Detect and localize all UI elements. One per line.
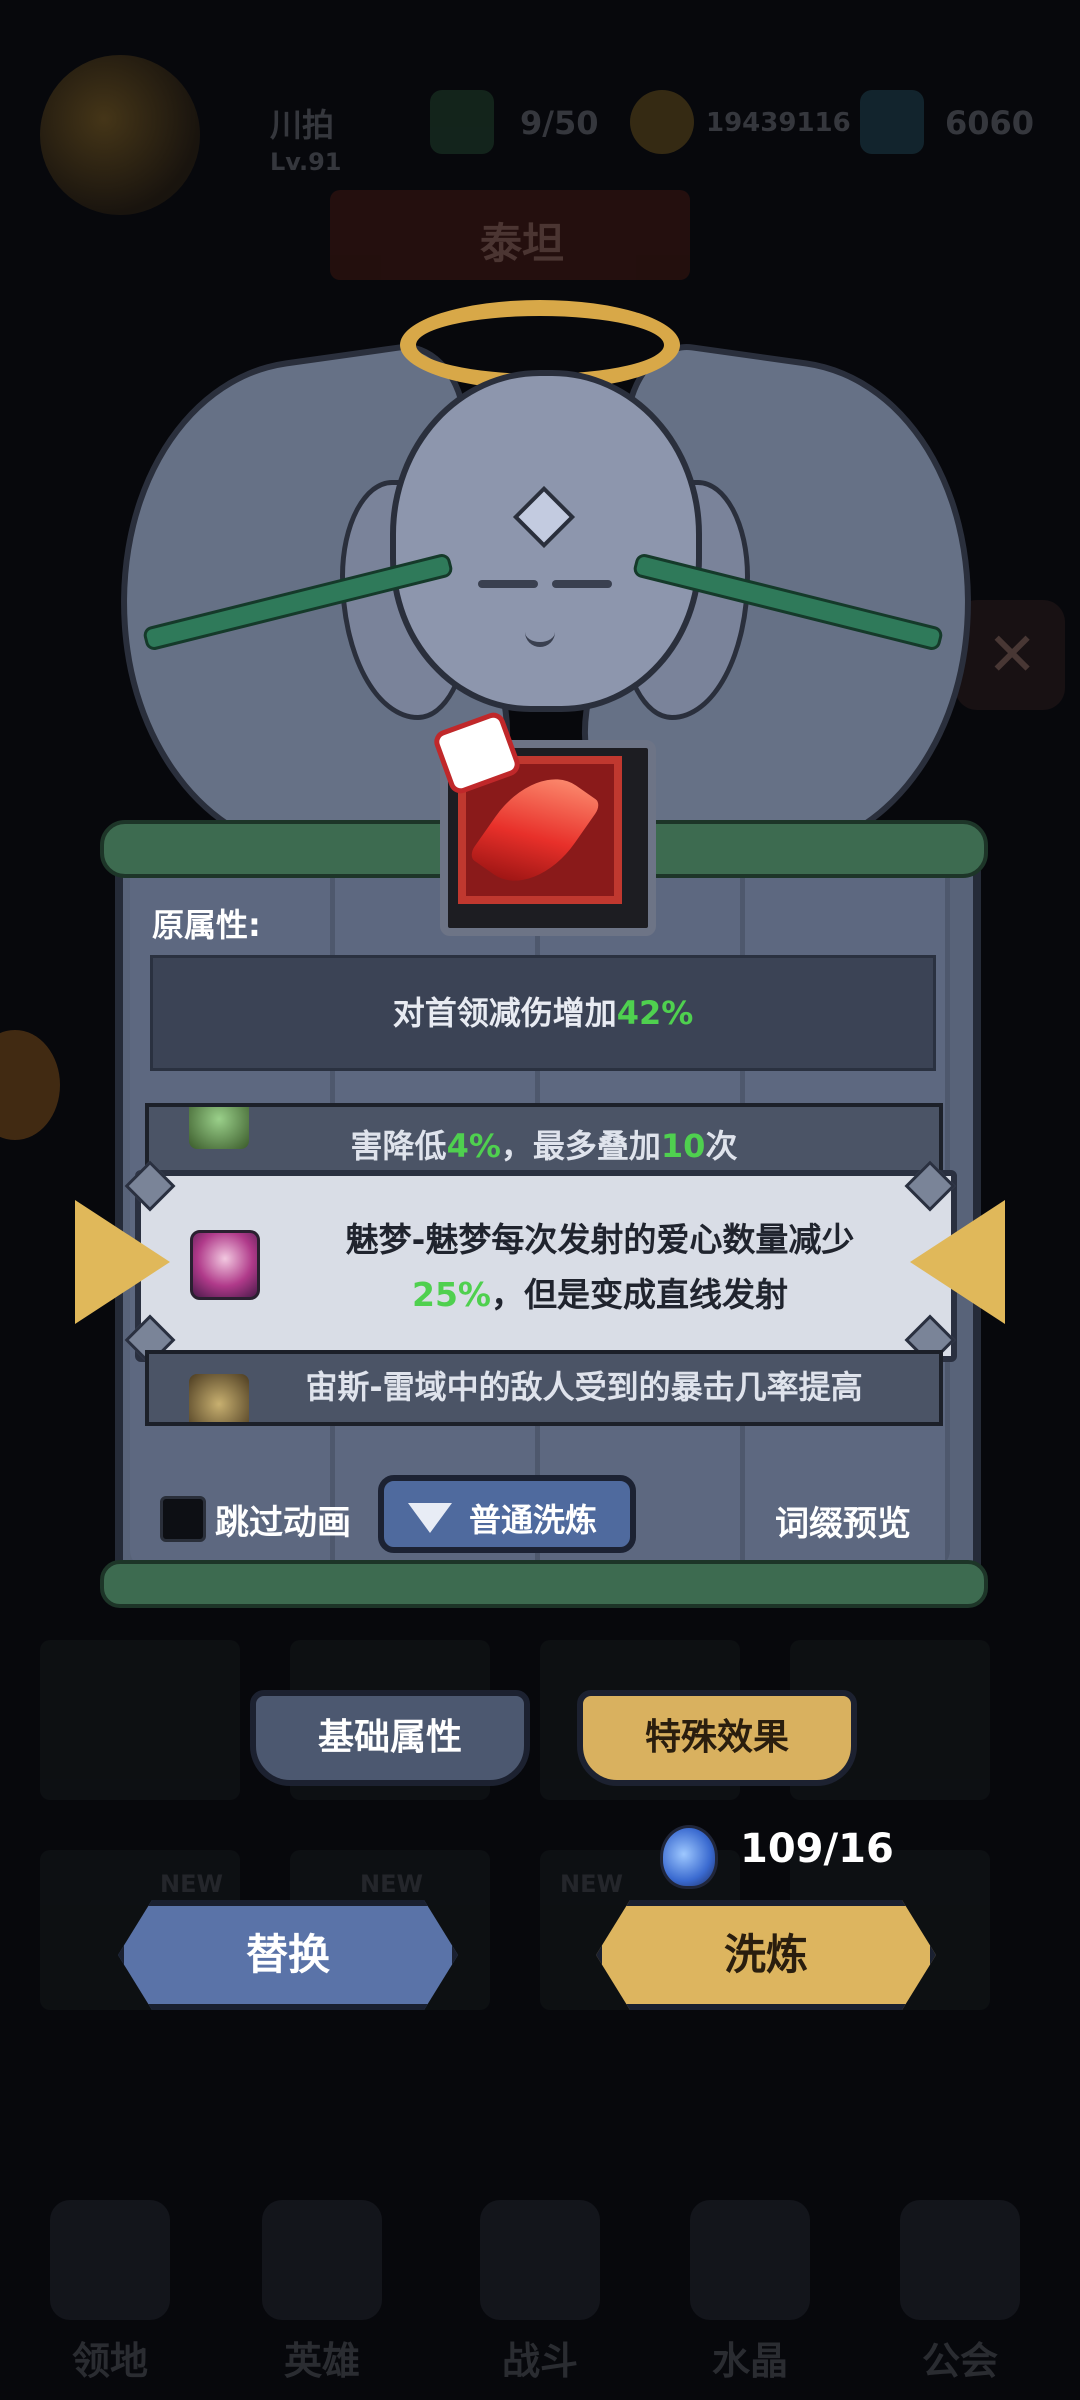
territory-icon — [50, 2200, 170, 2320]
banner-text: 泰坦 — [480, 219, 565, 268]
new-tag: NEW — [360, 1870, 423, 1898]
stamina-icon — [430, 90, 494, 154]
selected-affix-line2: 25%，但是变成直线发射 — [412, 1275, 788, 1314]
title-banner: 泰坦 — [330, 190, 690, 280]
side-event-icon[interactable] — [0, 1030, 60, 1140]
affix-row-partial-top[interactable]: 害降低4%，最多叠加10次 — [145, 1103, 943, 1179]
affix-row-partial-bottom[interactable]: 宙斯-雷域中的敌人受到的暴击几率提高 — [145, 1350, 943, 1426]
statue-eye-right — [552, 580, 612, 588]
nav-heroes[interactable]: 英雄 — [222, 2170, 422, 2400]
original-attribute-box: 对首领减伤增加42% — [150, 955, 936, 1071]
gem-icon — [860, 90, 924, 154]
triangle-down-icon — [408, 1503, 452, 1533]
original-attribute-label: 原属性: — [152, 906, 261, 944]
close-icon[interactable]: ✕ — [955, 600, 1065, 710]
nav-guild[interactable]: 公会 — [860, 2170, 1060, 2400]
slime-border-bottom — [100, 1560, 988, 1608]
player-name: 川拍 — [270, 106, 335, 144]
affix-preview-link[interactable]: 词缀预览 — [775, 1496, 911, 1545]
player-level: Lv.91 — [270, 148, 342, 176]
hero-avatar-charm — [190, 1230, 260, 1300]
heroes-icon — [262, 2200, 382, 2320]
coin-icon — [630, 90, 694, 154]
arrow-left-icon[interactable] — [75, 1200, 170, 1324]
coin-count: 19439116 — [706, 108, 851, 138]
replace-button[interactable]: 替换 — [118, 1900, 458, 2010]
potion-icon — [660, 1825, 718, 1889]
new-tag: NEW — [560, 1870, 623, 1898]
nav-crystal[interactable]: 水晶 — [650, 2170, 850, 2400]
selected-affix-line1: 魅梦-魅梦每次发射的爱心数量减少 — [345, 1220, 855, 1259]
arrow-right-icon[interactable] — [910, 1200, 1005, 1324]
crystal-icon — [690, 2200, 810, 2320]
refine-button[interactable]: 洗炼 — [596, 1900, 936, 2010]
battle-icon — [480, 2200, 600, 2320]
skip-animation-checkbox[interactable] — [160, 1496, 206, 1542]
bottom-nav: 领地 英雄 战斗 水晶 公会 — [0, 2170, 1080, 2400]
new-tag: NEW — [160, 1870, 223, 1898]
potion-count: 109/16 — [740, 1826, 894, 1872]
normal-refine-dropdown[interactable]: 普通洗炼 — [378, 1475, 636, 1553]
tab-special-effects[interactable]: 特殊效果 — [577, 1690, 857, 1786]
nav-territory[interactable]: 领地 — [10, 2170, 210, 2400]
nav-battle[interactable]: 战斗 — [440, 2170, 640, 2400]
player-avatar — [40, 55, 200, 215]
tab-basic-attributes[interactable]: 基础属性 — [250, 1690, 530, 1786]
statue-eye-left — [478, 580, 538, 588]
original-attribute-value: 42% — [616, 994, 694, 1032]
guild-icon — [900, 2200, 1020, 2320]
original-attribute-text: 对首领减伤增加 — [392, 994, 617, 1032]
stamina-count: 9/50 — [520, 104, 599, 142]
gem-count: 6060 — [945, 104, 1035, 142]
skip-animation-label: 跳过动画 — [215, 1503, 351, 1543]
